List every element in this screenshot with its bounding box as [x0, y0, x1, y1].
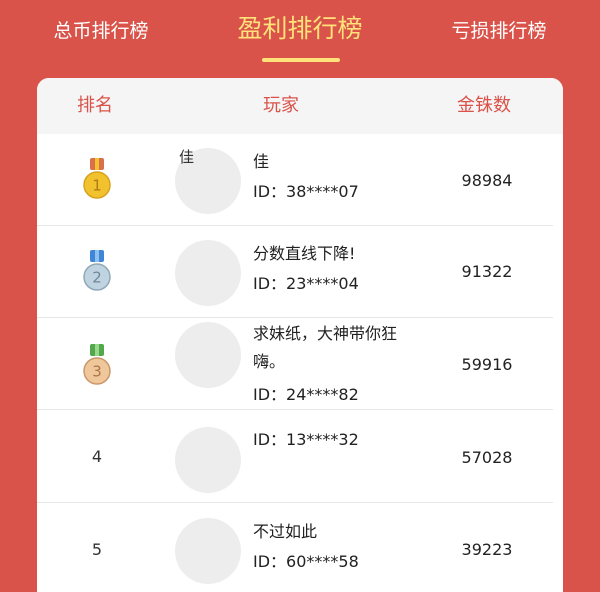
player-nickname: 佳 — [253, 152, 270, 171]
table-header: 排名 玩家 金铢数 — [37, 78, 563, 134]
tab-loss[interactable]: 亏损排行榜 — [424, 16, 574, 46]
avatar-text: 佳 — [179, 148, 195, 166]
tab-total-coins[interactable]: 总币排行榜 — [26, 16, 176, 46]
player-id: ID：23****04 — [253, 274, 359, 293]
row-divider — [37, 502, 553, 503]
medal-rank-number: 2 — [92, 269, 102, 287]
table-row[interactable]: 4 ID：13****32 57028 — [37, 411, 563, 503]
silver-medal-icon: 2 — [83, 250, 111, 291]
player-id: ID：24****82 — [253, 385, 359, 404]
rank-number: 5 — [91, 540, 103, 559]
coin-count: 59916 — [461, 355, 513, 374]
player-nickname: 不过如此 — [253, 522, 318, 541]
medal-rank-number: 3 — [92, 363, 102, 381]
player-id: ID：38****07 — [253, 182, 359, 201]
avatar[interactable] — [175, 427, 241, 493]
table-row[interactable]: 1 佳 佳 ID：38****07 98984 — [37, 134, 563, 226]
header-player: 玩家 — [263, 95, 299, 116]
header-rank: 排名 — [77, 95, 113, 116]
coin-count: 39223 — [461, 540, 513, 559]
avatar[interactable] — [175, 240, 241, 306]
player-id: ID：13****32 — [253, 430, 359, 449]
bronze-medal-icon: 3 — [83, 344, 111, 385]
header-coins: 金铢数 — [457, 95, 511, 116]
player-nickname: 分数直线下降! — [253, 244, 356, 263]
table-row[interactable]: 2 分数直线下降! ID：23****04 91322 — [37, 226, 563, 318]
rank-number: 4 — [91, 447, 103, 466]
player-id: ID：60****58 — [253, 552, 359, 571]
tab-profit[interactable]: 盈利排行榜 — [200, 14, 400, 44]
medal-rank-number: 1 — [92, 177, 102, 195]
avatar[interactable]: 佳 — [175, 148, 241, 214]
active-tab-indicator — [262, 58, 340, 62]
coin-count: 57028 — [461, 448, 513, 467]
avatar[interactable] — [175, 518, 241, 584]
player-nickname: 求妹纸，大神带你狂嗨。 — [253, 324, 398, 371]
row-divider — [37, 409, 553, 410]
leaderboard-tabs: 总币排行榜 盈利排行榜 亏损排行榜 — [0, 0, 600, 70]
avatar[interactable] — [175, 322, 241, 388]
table-row[interactable]: 3 求妹纸，大神带你狂嗨。 ID：24****82 59916 — [37, 318, 563, 410]
table-row[interactable]: 5 不过如此 ID：60****58 39223 — [37, 504, 563, 592]
coin-count: 98984 — [461, 171, 513, 190]
leaderboard-card: 排名 玩家 金铢数 1 佳 佳 ID：38****07 98984 2 分数直线… — [37, 78, 563, 592]
coin-count: 91322 — [461, 262, 513, 281]
gold-medal-icon: 1 — [83, 158, 111, 199]
